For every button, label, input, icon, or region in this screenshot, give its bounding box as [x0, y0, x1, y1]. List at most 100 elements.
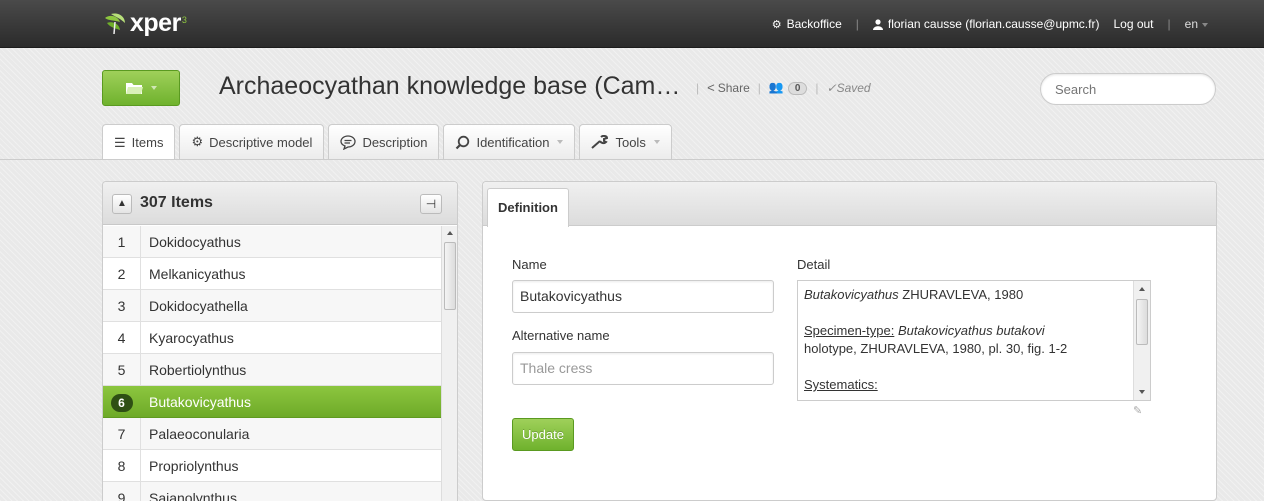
knowledge-base-title[interactable]: Archaeocyathan knowledge base (Cam…	[219, 72, 680, 101]
user-icon	[872, 18, 883, 30]
saved-label: Saved	[836, 80, 871, 95]
update-button[interactable]: Update	[512, 418, 574, 451]
detail-specimen-label: Specimen-type:	[804, 323, 895, 338]
item-number: 6	[103, 386, 141, 417]
item-name: Melkanicyathus	[149, 265, 246, 282]
item-number: 5	[103, 354, 141, 385]
item-name: Butakovicyathus	[149, 393, 251, 410]
item-name: Robertiolynthus	[149, 361, 247, 378]
items-count: 307 Items	[140, 194, 213, 211]
list-item[interactable]: 5 Robertiolynthus	[103, 354, 441, 386]
folder-icon	[126, 83, 143, 94]
tree-icon: ⊣	[425, 197, 437, 211]
wrench-icon	[591, 135, 609, 149]
name-field[interactable]: Butakovicyathus	[512, 280, 774, 313]
knowledge-base-actions: | < Share | 👥 0 | ✓Saved	[688, 80, 871, 95]
users-icon: 👥	[768, 80, 784, 94]
leaf-logo-icon	[105, 12, 125, 34]
list-item-selected[interactable]: 6 Butakovicyathus	[103, 386, 441, 418]
tab-label: Items	[131, 135, 164, 150]
list-item[interactable]: 8 Propriolynthus	[103, 450, 441, 482]
scroll-thumb[interactable]	[1136, 299, 1148, 345]
detail-scrollbar[interactable]	[1133, 281, 1150, 400]
tab-definition[interactable]: Definition	[487, 188, 569, 227]
list-item[interactable]: 7 Palaeoconularia	[103, 418, 441, 450]
item-name: Palaeoconularia	[149, 425, 250, 442]
item-number: 4	[103, 322, 141, 353]
item-name: Dokidocyathella	[149, 297, 248, 314]
backoffice-link[interactable]: Backoffice	[787, 17, 842, 31]
detail-textarea[interactable]: Butakovicyathus ZHURAVLEVA, 1980 Specime…	[797, 280, 1151, 401]
magnifier-icon	[456, 135, 470, 149]
list-item[interactable]: 1 Dokidocyathus	[103, 226, 441, 258]
detail-author: ZHURAVLEVA, 1980	[898, 287, 1024, 302]
definition-panel-header: Definition	[483, 182, 1216, 227]
alternative-name-label: Alternative name	[512, 328, 610, 343]
detail-specimen-name: Butakovicyathus butakovi	[894, 323, 1045, 338]
detail-holotype: holotype, ZHURAVLEVA, 1980, pl. 30, fig.…	[804, 341, 1068, 356]
check-icon: ✓	[826, 80, 837, 95]
list-icon: ☰	[114, 134, 126, 150]
top-bar: xper 3 ⚙ Backoffice | florian causse (fl…	[0, 0, 1264, 48]
logout-link[interactable]: Log out	[1113, 17, 1153, 31]
item-number: 7	[103, 418, 141, 449]
knowledge-base-menu-button[interactable]	[102, 70, 180, 106]
logo-text: xper	[130, 9, 181, 37]
chevron-down-icon	[557, 140, 564, 144]
collapse-button[interactable]: ▲	[112, 194, 132, 214]
nav-separator: |	[855, 17, 859, 31]
alternative-name-field[interactable]: Thale cress	[512, 352, 774, 385]
separator: |	[696, 80, 700, 95]
scroll-up-arrow-icon[interactable]	[1139, 287, 1145, 291]
logo-version: 3	[181, 14, 187, 25]
tab-description[interactable]: Description	[328, 124, 440, 159]
tree-view-button[interactable]: ⊣	[420, 194, 442, 214]
list-item[interactable]: 4 Kyarocyathus	[103, 322, 441, 354]
scroll-up-arrow-icon[interactable]	[447, 231, 453, 235]
scroll-thumb[interactable]	[444, 242, 456, 310]
items-panel: ▲ 307 Items ⊣ 1 Dokidocyathus 2 Melkanic…	[102, 181, 458, 501]
scroll-down-arrow-icon[interactable]	[1139, 390, 1145, 394]
tab-label: Identification	[476, 134, 550, 150]
detail-systematics-label: Systematics:	[804, 377, 878, 392]
tab-descriptive-model[interactable]: ⚙ Descriptive model	[179, 124, 325, 159]
chevron-down-icon	[151, 86, 157, 90]
definition-panel: Definition Name Butakovicyathus Alternat…	[482, 181, 1217, 501]
nav-separator: |	[1167, 17, 1171, 31]
user-account-link[interactable]: florian causse (florian.causse@upmc.fr)	[888, 17, 1100, 31]
detail-content: Butakovicyathus ZHURAVLEVA, 1980 Specime…	[798, 281, 1133, 399]
separator: |	[757, 80, 761, 95]
gear-icon: ⚙	[771, 18, 782, 31]
chevron-down-icon	[653, 140, 660, 144]
name-label: Name	[512, 257, 547, 272]
search-input[interactable]	[1040, 73, 1216, 105]
selected-number-badge: 6	[110, 394, 133, 412]
tab-label: Tools	[615, 134, 646, 150]
tab-items[interactable]: ☰ Items	[102, 124, 176, 160]
item-name: Dokidocyathus	[149, 233, 241, 250]
detail-genus: Butakovicyathus	[804, 287, 899, 302]
xper-logo[interactable]: xper 3	[102, 9, 187, 38]
list-item[interactable]: 9 Sajanolynthus	[103, 482, 441, 501]
chevron-up-icon: ▲	[117, 198, 127, 209]
item-name: Kyarocyathus	[149, 329, 234, 346]
tab-tools[interactable]: Tools	[579, 124, 672, 159]
language-label: en	[1184, 17, 1198, 31]
tab-label: Description	[362, 134, 428, 150]
share-icon: <	[707, 80, 715, 95]
tab-identification[interactable]: Identification	[443, 124, 576, 159]
list-item[interactable]: 2 Melkanicyathus	[103, 258, 441, 290]
items-scrollbar[interactable]	[441, 226, 457, 501]
collaborators-button[interactable]: 👥 0	[769, 80, 808, 95]
gears-icon: ⚙	[191, 134, 204, 149]
items-panel-header: ▲ 307 Items ⊣	[103, 182, 457, 225]
item-number: 2	[103, 258, 141, 289]
chevron-down-icon	[1202, 22, 1208, 27]
items-list: 1 Dokidocyathus 2 Melkanicyathus 3 Dokid…	[103, 226, 441, 501]
language-dropdown[interactable]: en	[1185, 17, 1208, 31]
list-item[interactable]: 3 Dokidocyathella	[103, 290, 441, 322]
item-name: Sajanolynthus	[149, 489, 237, 501]
main-tabs: ☰ Items ⚙ Descriptive model Description …	[102, 124, 676, 160]
share-button[interactable]: < Share	[707, 80, 750, 95]
edit-resize-icon[interactable]: ✎	[1133, 404, 1142, 417]
